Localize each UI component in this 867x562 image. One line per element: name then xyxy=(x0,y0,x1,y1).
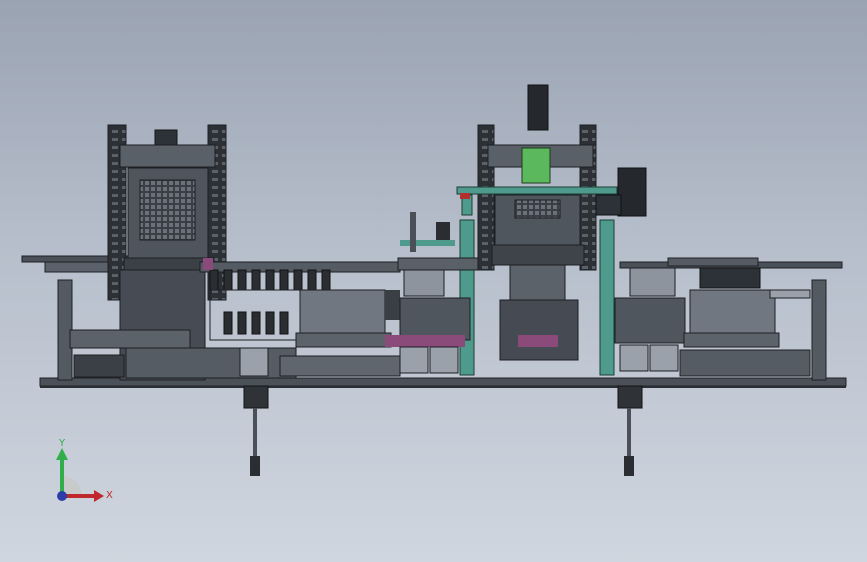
cad-viewport[interactable] xyxy=(0,0,867,562)
x-axis-arrowhead xyxy=(94,490,104,502)
right-bowl-feeder xyxy=(679,289,811,377)
right-hanging-cylinder xyxy=(617,385,643,476)
z-axis-dot xyxy=(57,491,67,501)
axis-triad: Y X xyxy=(56,438,113,502)
right-fixture-area xyxy=(614,267,686,372)
left-bowl-feeder xyxy=(295,289,400,348)
y-axis-label: Y xyxy=(58,438,66,449)
center-press-tower xyxy=(456,84,618,361)
x-axis-label: X xyxy=(106,490,113,501)
left-hanging-cylinder xyxy=(243,385,269,476)
y-axis-arrowhead xyxy=(56,448,68,460)
